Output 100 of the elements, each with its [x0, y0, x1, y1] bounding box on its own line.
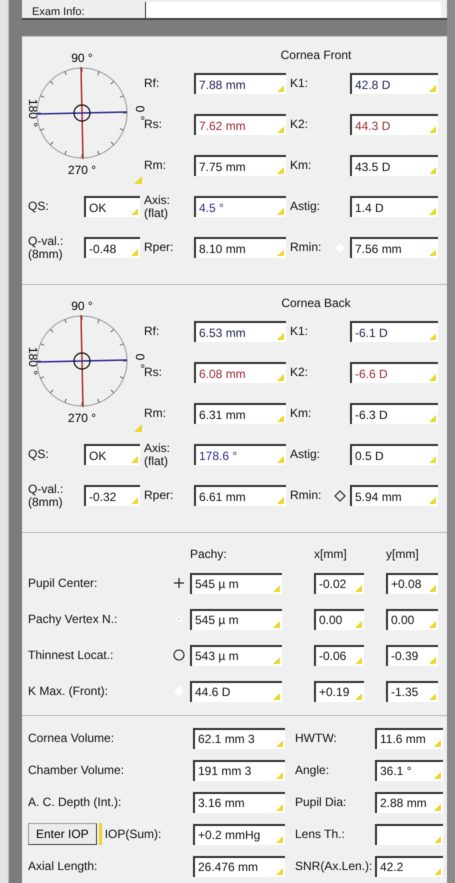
- field-value: 6.53 mm: [199, 326, 246, 340]
- field-label: Rf:: [144, 77, 160, 90]
- value-field[interactable]: 11.6 mm: [375, 728, 443, 748]
- value-field[interactable]: 5.94 mm: [350, 485, 438, 506]
- column-header: Pachy:: [190, 547, 228, 561]
- field-value: 2.88 mm: [380, 796, 427, 810]
- value-field[interactable]: -0.39: [386, 644, 438, 666]
- value-field[interactable]: OK: [84, 444, 140, 465]
- field-label: QS:: [28, 448, 49, 461]
- angle-label: 270 °: [68, 163, 96, 177]
- angle-label: 0 °: [133, 106, 147, 120]
- value-field[interactable]: 543 µ m: [190, 644, 282, 666]
- field-label: HWTW:: [295, 731, 338, 745]
- value-field[interactable]: 3.16 mm: [193, 792, 285, 812]
- field-value: 7.75 mm: [199, 160, 246, 174]
- value-field[interactable]: 6.08 mm: [194, 362, 286, 383]
- value-field[interactable]: -0.02: [314, 572, 364, 594]
- field-label: Cornea Volume:: [28, 731, 114, 745]
- value-field[interactable]: 7.56 mm: [350, 237, 438, 258]
- value-field[interactable]: 6.53 mm: [194, 321, 286, 342]
- value-field[interactable]: -0.48: [84, 237, 140, 258]
- field-label: Rper:: [144, 489, 174, 502]
- field-value: 545 µ m: [195, 577, 239, 591]
- value-field[interactable]: -6.1 D: [350, 321, 438, 342]
- value-field[interactable]: 0.5 D: [350, 444, 438, 465]
- value-field[interactable]: 0.00: [314, 608, 364, 630]
- field-label: Chamber Volume:: [28, 763, 124, 777]
- value-field[interactable]: -0.06: [314, 644, 364, 666]
- value-field[interactable]: 42.2: [375, 856, 443, 876]
- field-label: Axis: (flat): [144, 442, 170, 468]
- value-field[interactable]: -1.35: [386, 680, 438, 702]
- field-value: 7.62 mm: [199, 118, 246, 132]
- field-label: Rs:: [144, 366, 162, 379]
- value-field[interactable]: -6.3 D: [350, 403, 438, 424]
- value-field[interactable]: -0.32: [84, 485, 140, 506]
- value-field[interactable]: 44.6 D: [190, 680, 282, 702]
- row-label: K Max. (Front):: [28, 684, 110, 698]
- field-value: -0.02: [319, 577, 346, 591]
- angle-label: 0 °: [133, 354, 147, 368]
- value-field[interactable]: +0.2 mmHg: [193, 824, 285, 844]
- value-field[interactable]: 545 µ m: [190, 608, 282, 630]
- field-value: -6.1 D: [355, 326, 388, 340]
- value-field[interactable]: 7.75 mm: [194, 155, 286, 176]
- value-field[interactable]: OK: [84, 196, 140, 217]
- value-field[interactable]: [375, 824, 443, 844]
- value-field[interactable]: 62.1 mm 3: [193, 728, 285, 748]
- field-value: 0.5 D: [355, 448, 384, 462]
- value-field[interactable]: 2.88 mm: [375, 792, 443, 812]
- value-field[interactable]: 1.4 D: [350, 196, 438, 217]
- field-value: 5.94 mm: [355, 490, 402, 504]
- value-field[interactable]: 545 µ m: [190, 572, 282, 594]
- field-label: Rm:: [144, 407, 166, 420]
- value-field[interactable]: +0.19: [314, 680, 364, 702]
- value-field[interactable]: 26.476 mm: [193, 856, 285, 876]
- field-value: -0.06: [319, 649, 346, 663]
- value-field[interactable]: 44.3 D: [350, 114, 438, 135]
- section-title: Cornea Front: [280, 48, 352, 62]
- exam-info-label: Exam Info:: [32, 7, 85, 18]
- field-value: 44.6 D: [195, 685, 230, 699]
- angle-label: 180 °: [26, 346, 40, 376]
- enter-iop-button[interactable]: Enter IOP: [28, 823, 97, 845]
- field-label: Astig:: [290, 448, 320, 461]
- angle-label: 90 °: [71, 299, 93, 313]
- exam-info-field[interactable]: [144, 2, 441, 18]
- field-label: Axial Length:: [28, 859, 98, 873]
- value-field[interactable]: 42.8 D: [350, 73, 438, 94]
- value-field[interactable]: 6.61 mm: [194, 485, 286, 506]
- value-field[interactable]: 4.5 °: [194, 196, 286, 217]
- value-field[interactable]: 178.6 °: [194, 444, 286, 465]
- value-field[interactable]: 43.5 D: [350, 155, 438, 176]
- row-label: Thinnest Locat.:: [28, 648, 114, 662]
- value-field[interactable]: 36.1 °: [375, 760, 443, 780]
- field-label: K2:: [290, 366, 308, 379]
- field-value: 62.1 mm 3: [198, 732, 255, 746]
- field-value: 42.8 D: [355, 78, 390, 92]
- field-label: SNR(Ax.Len.):: [295, 859, 374, 873]
- field-value: 44.3 D: [355, 118, 390, 132]
- value-field[interactable]: 8.10 mm: [194, 237, 286, 258]
- value-field[interactable]: 191 mm 3: [193, 760, 285, 780]
- field-label: K2:: [290, 118, 308, 131]
- value-field[interactable]: -6.6 D: [350, 362, 438, 383]
- field-label: QS:: [28, 200, 49, 213]
- field-value: 11.6 mm: [380, 732, 426, 746]
- field-value: 6.31 mm: [199, 408, 246, 422]
- section-title: Cornea Back: [281, 296, 351, 310]
- value-field[interactable]: 7.88 mm: [194, 73, 286, 94]
- field-value: +0.19: [319, 685, 350, 699]
- value-field[interactable]: 6.31 mm: [194, 403, 286, 424]
- column-header: y[mm]: [386, 547, 420, 561]
- field-value: -1.35: [391, 685, 418, 699]
- field-value: 178.6 °: [199, 448, 238, 462]
- value-field[interactable]: 7.62 mm: [194, 114, 286, 135]
- column-header: x[mm]: [314, 547, 348, 561]
- value-field[interactable]: +0.08: [386, 572, 438, 594]
- field-value: 545 µ m: [195, 613, 239, 627]
- field-label: A. C. Depth (Int.):: [28, 795, 122, 809]
- field-label: K1:: [290, 77, 308, 90]
- value-field[interactable]: 0.00: [386, 608, 438, 630]
- field-label: Rm:: [144, 159, 166, 172]
- field-value: 8.10 mm: [199, 242, 246, 256]
